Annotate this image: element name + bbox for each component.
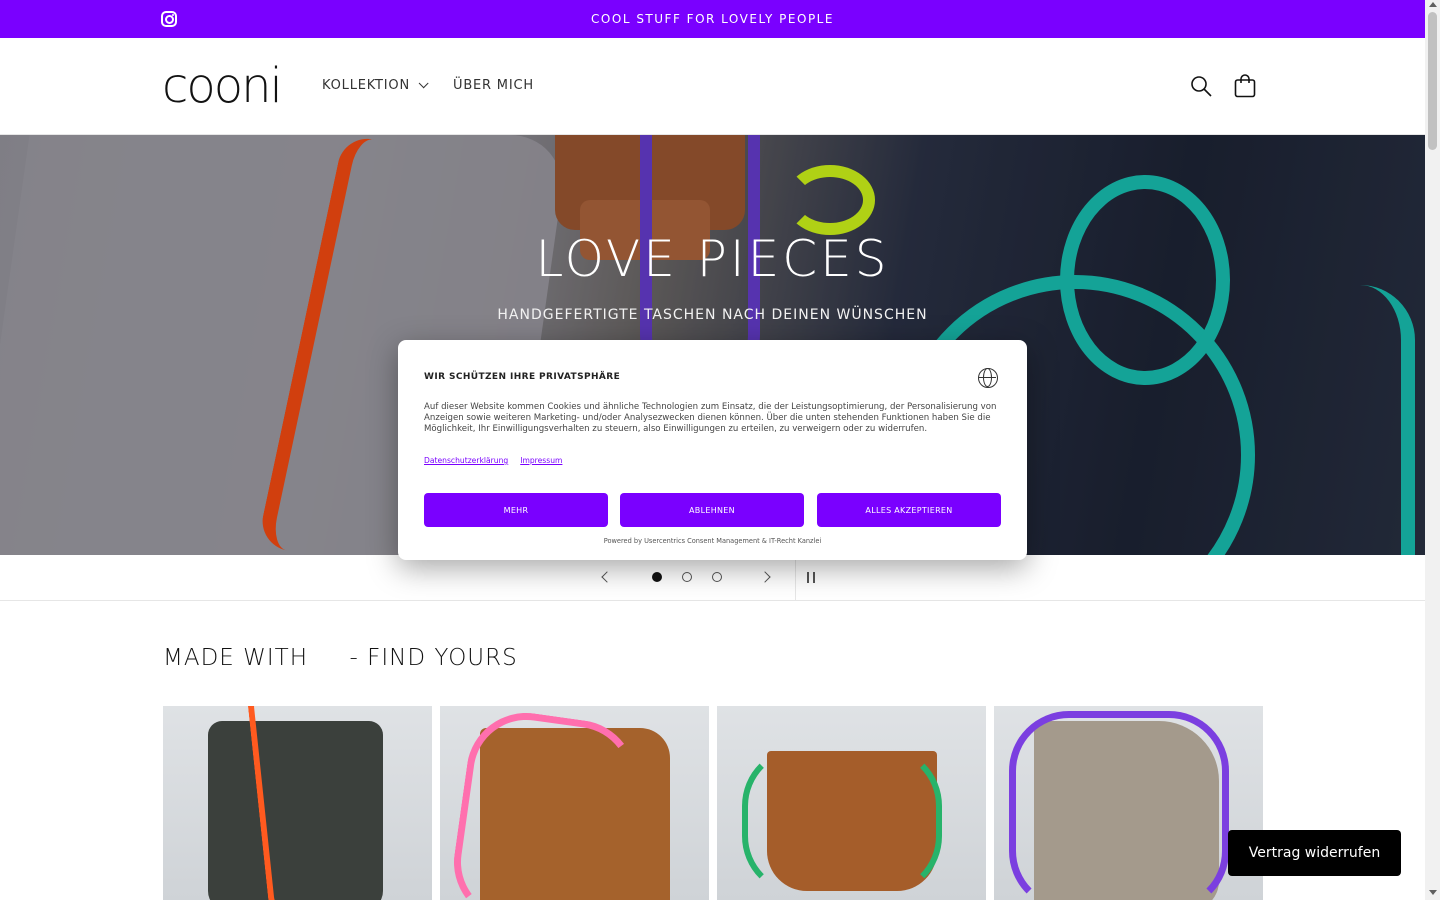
nav-item-label: KOLLEKTION bbox=[322, 78, 410, 93]
nav-item-ueber-mich[interactable]: ÜBER MICH bbox=[453, 78, 534, 93]
decline-button[interactable]: ABLEHNEN bbox=[620, 493, 804, 527]
consent-title: WIR SCHÜTZEN IHRE PRIVATSPHÄRE bbox=[424, 372, 621, 382]
accept-all-button[interactable]: ALLES AKZEPTIEREN bbox=[817, 493, 1001, 527]
scroll-thumb[interactable] bbox=[1428, 12, 1437, 150]
scroll-up-arrow-icon[interactable] bbox=[1429, 2, 1437, 7]
instagram-icon[interactable] bbox=[161, 11, 177, 27]
slide-dot-2[interactable] bbox=[682, 572, 692, 582]
main-nav: KOLLEKTION ÜBER MICH bbox=[322, 78, 534, 93]
hero-title: LOVE PIECES bbox=[535, 230, 890, 288]
announcement-text: COOL STUFF FOR LOVELY PEOPLE bbox=[591, 12, 834, 26]
slide-dot-3[interactable] bbox=[712, 572, 722, 582]
pause-icon[interactable] bbox=[807, 572, 815, 583]
nav-item-label: ÜBER MICH bbox=[453, 78, 534, 93]
consent-text: Auf dieser Website kommen Cookies und äh… bbox=[424, 402, 997, 434]
page-scrollbar[interactable] bbox=[1425, 0, 1440, 900]
slideshow-controls bbox=[0, 555, 1425, 601]
chevron-right-icon[interactable] bbox=[759, 571, 771, 583]
site-logo[interactable]: cooni bbox=[162, 58, 283, 114]
collection-heading-text: MADE WITH - FIND YOURS bbox=[163, 645, 518, 671]
scroll-down-arrow-icon[interactable] bbox=[1429, 890, 1437, 895]
imprint-link[interactable]: Impressum bbox=[520, 456, 562, 465]
product-image-strap bbox=[446, 706, 644, 900]
cart-icon[interactable] bbox=[1234, 74, 1256, 98]
more-button[interactable]: MEHR bbox=[424, 493, 608, 527]
chevron-down-icon bbox=[418, 78, 429, 89]
product-image-strap bbox=[1009, 711, 1229, 900]
collection-heading: MADE WITH - FIND YOURS bbox=[163, 645, 518, 671]
nav-item-kollektion[interactable]: KOLLEKTION bbox=[322, 78, 429, 93]
privacy-policy-link[interactable]: Datenschutzerklärung bbox=[424, 456, 508, 465]
controls-divider bbox=[795, 555, 796, 601]
product-card-2[interactable] bbox=[440, 706, 709, 900]
search-icon[interactable] bbox=[1190, 75, 1212, 97]
site-header: cooni KOLLEKTION ÜBER MICH bbox=[0, 38, 1425, 135]
product-card-4[interactable] bbox=[994, 706, 1263, 900]
hero-subtitle: HANDGEFERTIGTE TASCHEN NACH DEINEN WÜNSC… bbox=[497, 307, 928, 323]
consent-links: Datenschutzerklärung Impressum bbox=[424, 456, 562, 465]
globe-icon[interactable] bbox=[978, 368, 998, 388]
announcement-bar: COOL STUFF FOR LOVELY PEOPLE bbox=[0, 0, 1425, 38]
product-card-3[interactable] bbox=[717, 706, 986, 900]
product-image-strap bbox=[742, 746, 942, 896]
product-card-1[interactable] bbox=[163, 706, 432, 900]
product-grid bbox=[163, 706, 1263, 900]
cookie-consent-dialog: WIR SCHÜTZEN IHRE PRIVATSPHÄRE Auf diese… bbox=[398, 340, 1027, 560]
consent-powered-by: Powered by Usercentrics Consent Manageme… bbox=[603, 537, 822, 545]
chevron-left-icon[interactable] bbox=[601, 571, 613, 583]
withdraw-contract-button[interactable]: Vertrag widerrufen bbox=[1228, 830, 1401, 876]
slide-dot-1[interactable] bbox=[652, 572, 662, 582]
